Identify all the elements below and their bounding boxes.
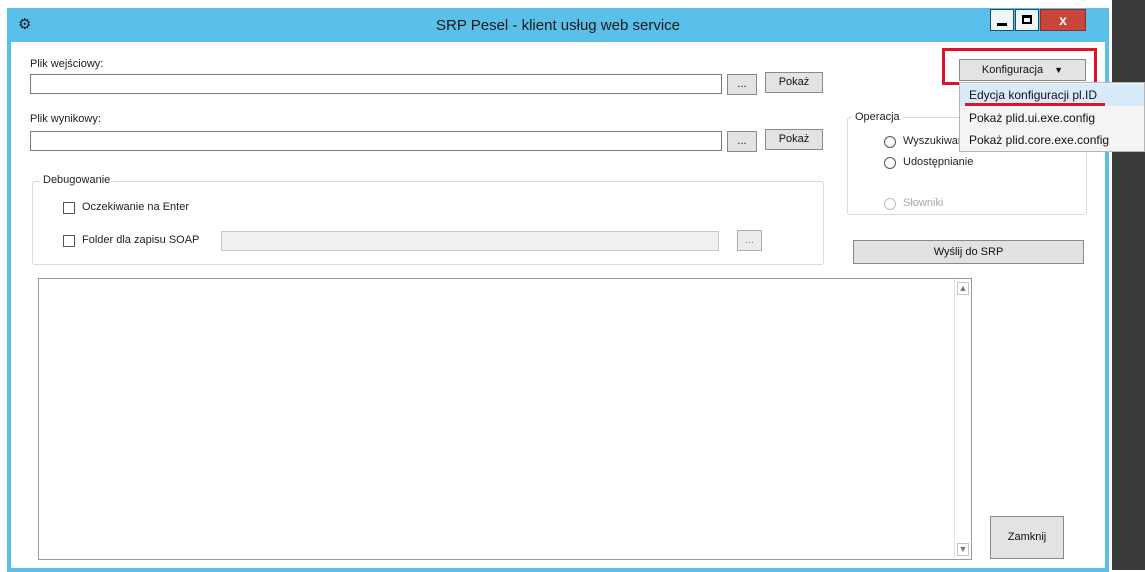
operation-group-title: Operacja (852, 111, 903, 123)
input-browse-button[interactable]: ... (727, 74, 757, 95)
title-bar[interactable]: ⚙ SRP Pesel - klient usług web service x (7, 8, 1109, 42)
output-log-scrollbar[interactable]: ▲ ▼ (954, 279, 971, 559)
minimize-icon (997, 23, 1007, 26)
soap-folder-field[interactable] (221, 231, 719, 251)
output-file-label: Plik wynikowy: (30, 113, 101, 125)
maximize-button[interactable] (1015, 9, 1039, 31)
input-show-button[interactable]: Pokaż (765, 72, 823, 93)
close-button[interactable]: Zamknij (990, 516, 1064, 559)
configuration-menu: Edycja konfiguracji pl.ID Pokaż plid.ui.… (959, 82, 1145, 152)
soap-browse-button[interactable]: ... (737, 230, 762, 251)
input-file-field[interactable] (30, 74, 722, 94)
wait-enter-label: Oczekiwanie na Enter (82, 201, 189, 213)
send-to-srp-button[interactable]: Wyślij do SRP (853, 240, 1084, 264)
minimize-button[interactable] (990, 9, 1014, 31)
operation-option-search-radio[interactable] (884, 136, 896, 148)
maximize-icon (1022, 15, 1032, 24)
debug-group-title: Debugowanie (40, 174, 114, 186)
scroll-down-icon[interactable]: ▼ (957, 543, 969, 556)
operation-option-share-radio[interactable] (884, 157, 896, 169)
input-file-label: Plik wejściowy: (30, 58, 104, 70)
output-show-button[interactable]: Pokaż (765, 129, 823, 150)
operation-option-share-label: Udostępnianie (903, 156, 974, 168)
close-icon: x (1059, 12, 1067, 28)
soap-folder-checkbox[interactable] (63, 235, 75, 247)
operation-option-dict-radio[interactable] (884, 198, 896, 210)
menu-item-show-core-config[interactable]: Pokaż plid.core.exe.config (960, 129, 1144, 151)
output-file-field[interactable] (30, 131, 722, 151)
form-client-area: Plik wejściowy: ... Pokaż Plik wynikowy:… (11, 42, 1105, 568)
operation-option-dict-label: Słowniki (903, 197, 944, 209)
window-title: SRP Pesel - klient usług web service (436, 17, 680, 34)
output-log-area[interactable]: ▲ ▼ (38, 278, 972, 560)
close-window-button[interactable]: x (1040, 9, 1086, 31)
wait-enter-checkbox[interactable] (63, 202, 75, 214)
app-window: ⚙ SRP Pesel - klient usług web service x… (7, 8, 1145, 572)
menu-item-show-ui-config[interactable]: Pokaż plid.ui.exe.config (960, 107, 1144, 129)
scroll-up-icon[interactable]: ▲ (957, 282, 969, 295)
menu-item-underline (965, 103, 1105, 106)
output-browse-button[interactable]: ... (727, 131, 757, 152)
config-highlight-box (942, 48, 1097, 85)
soap-folder-label: Folder dla zapisu SOAP (82, 234, 200, 246)
debug-group: Debugowanie Oczekiwanie na Enter Folder … (32, 174, 824, 265)
